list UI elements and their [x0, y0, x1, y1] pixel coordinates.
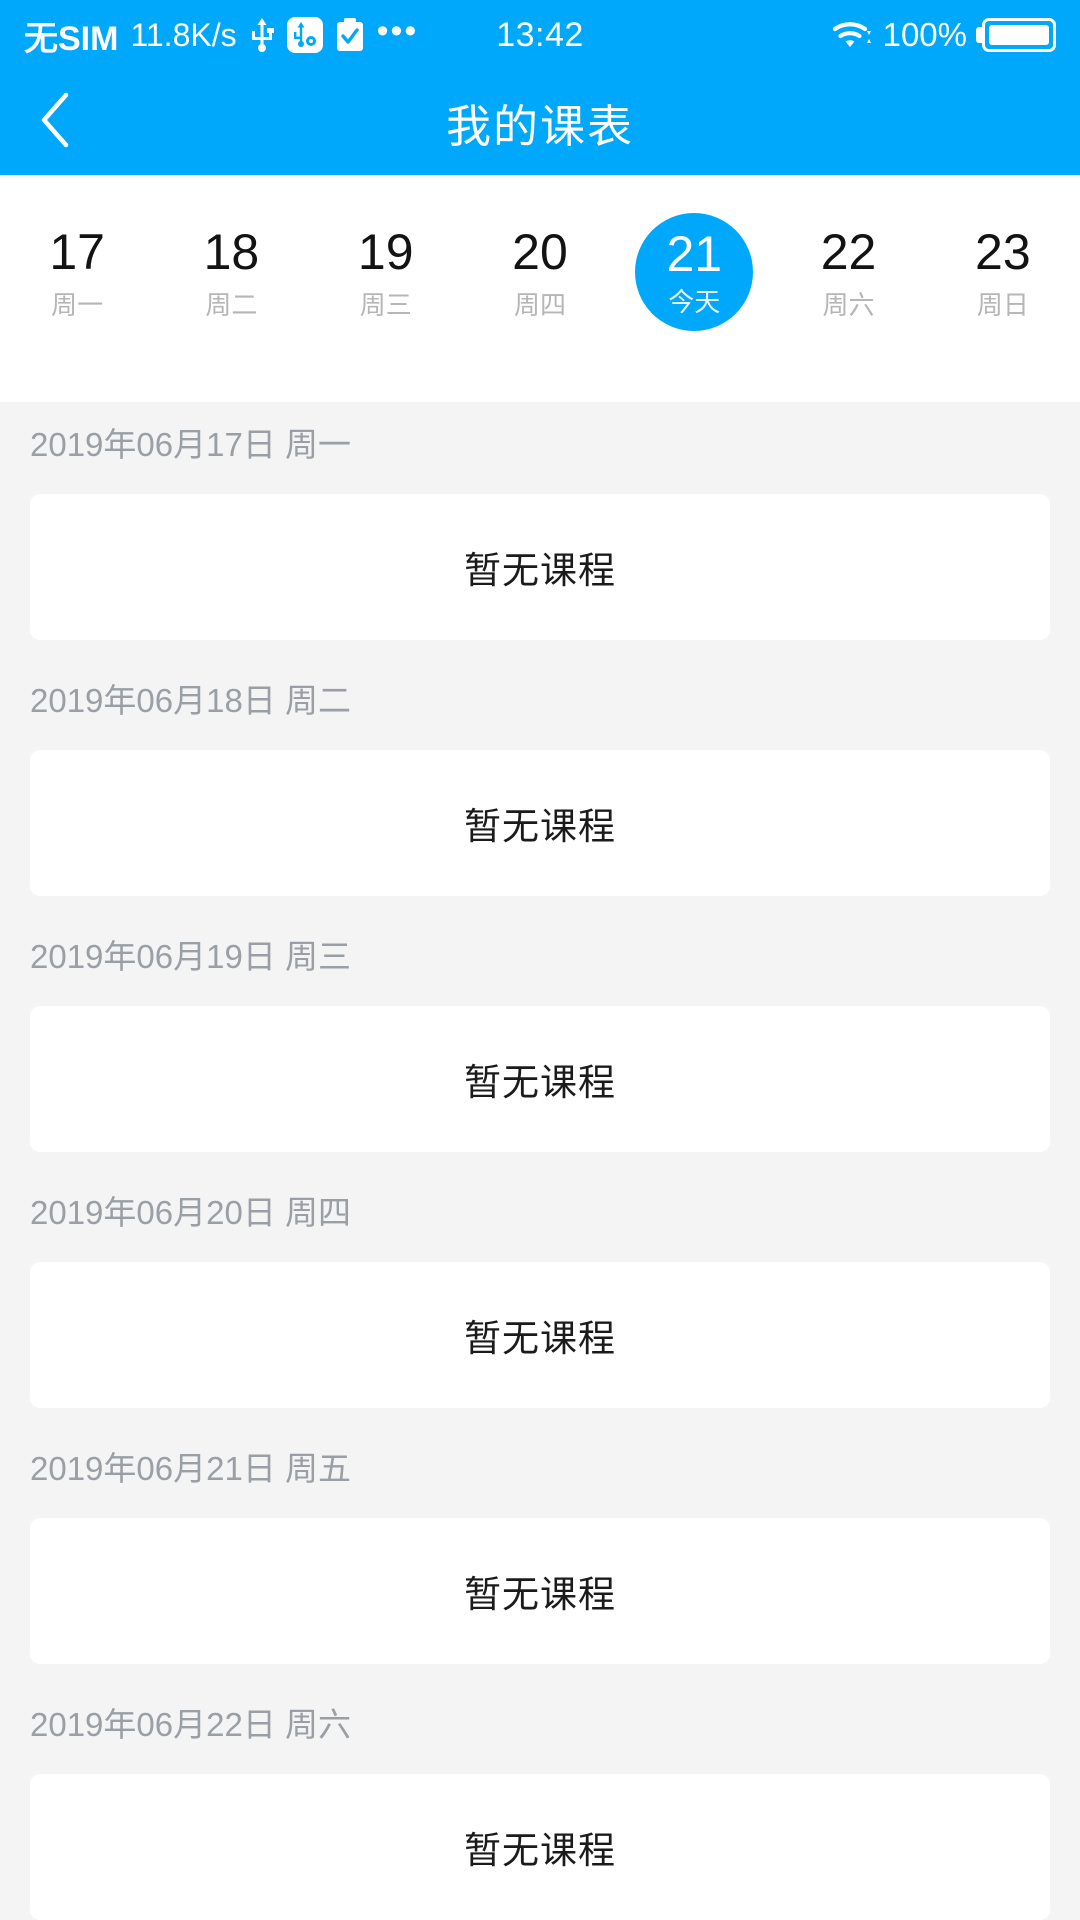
- clock-label: 13:42: [496, 15, 584, 54]
- schedule-day-card[interactable]: 暂无课程: [30, 1262, 1050, 1408]
- empty-course-label: 暂无课程: [464, 806, 616, 847]
- page-title: 我的课表: [445, 101, 634, 152]
- week-day-cell-18[interactable]: 18 周二: [154, 175, 308, 402]
- week-day-cell-17[interactable]: 17 周一: [0, 175, 154, 402]
- schedule-date-header: 2019年06月18日 周二: [30, 682, 351, 719]
- usb-icon: [249, 18, 275, 52]
- week-day-cell-19[interactable]: 19 周三: [309, 175, 463, 402]
- schedule-day-card[interactable]: 暂无课程: [30, 494, 1050, 640]
- day-number: 17: [49, 223, 105, 280]
- week-day-cell-21-today[interactable]: 21 今天: [617, 175, 771, 402]
- empty-course-label: 暂无课程: [464, 1318, 616, 1359]
- schedule-date-header: 2019年06月22日 周六: [30, 1706, 351, 1743]
- usb-debug-icon: [286, 17, 323, 53]
- schedule-date-header: 2019年06月21日 周五: [30, 1450, 351, 1487]
- day-inner: 18 周二: [172, 213, 290, 331]
- empty-course-label: 暂无课程: [464, 550, 616, 591]
- empty-course-label: 暂无课程: [464, 1062, 616, 1103]
- status-bar-right: 100%: [584, 16, 1056, 54]
- day-weekday: 周三: [359, 289, 412, 320]
- schedule-day-card[interactable]: 暂无课程: [30, 1774, 1050, 1920]
- schedule-date-header: 2019年06月20日 周四: [30, 1194, 351, 1231]
- nav-bar: 我的课表: [0, 70, 1080, 175]
- week-day-cell-20[interactable]: 20 周四: [463, 175, 617, 402]
- day-inner: 17 周一: [18, 213, 136, 331]
- day-weekday: 今天: [668, 287, 721, 317]
- battery-full-icon: [982, 18, 1056, 52]
- day-weekday: 周二: [205, 289, 258, 320]
- schedule-date-header: 2019年06月19日 周三: [30, 938, 351, 975]
- day-weekday: 周六: [822, 289, 875, 320]
- day-inner: 22 周六: [790, 213, 908, 331]
- carrier-label: 无SIM: [24, 19, 119, 58]
- day-number: 21: [666, 226, 723, 282]
- day-number: 18: [203, 223, 260, 280]
- week-day-cell-22[interactable]: 22 周六: [771, 175, 925, 402]
- day-weekday: 周四: [513, 289, 566, 320]
- day-inner: 20 周四: [481, 213, 599, 331]
- network-speed-label: 11.8K/s: [130, 16, 237, 53]
- status-bar: 无SIM 11.8K/s ••• 13:42 100%: [0, 0, 1080, 70]
- day-number: 22: [820, 223, 877, 280]
- day-number: 19: [357, 223, 414, 280]
- week-date-strip: 17 周一 18 周二 19 周三 20 周四 21 今天 22 周六 23 周…: [0, 175, 1080, 402]
- day-inner: 19 周三: [327, 213, 445, 331]
- day-number: 20: [512, 223, 568, 280]
- chevron-left-icon: [38, 92, 72, 153]
- wifi-icon: [832, 19, 872, 51]
- day-number: 23: [975, 223, 1031, 280]
- back-button[interactable]: [0, 70, 110, 175]
- day-inner-selected: 21 今天: [635, 213, 754, 331]
- day-inner: 23 周日: [944, 213, 1062, 331]
- schedule-day-card[interactable]: 暂无课程: [30, 1518, 1050, 1664]
- schedule-date-header: 2019年06月17日 周一: [30, 426, 351, 463]
- week-day-cell-23[interactable]: 23 周日: [926, 175, 1080, 402]
- empty-course-label: 暂无课程: [464, 1830, 616, 1871]
- day-weekday: 周日: [976, 289, 1029, 320]
- day-weekday: 周一: [51, 289, 104, 320]
- schedule-day-card[interactable]: 暂无课程: [30, 750, 1050, 896]
- schedule-list[interactable]: 2019年06月17日 周一 暂无课程 2019年06月18日 周二 暂无课程 …: [0, 402, 1080, 1920]
- status-bar-left: 无SIM 11.8K/s •••: [24, 11, 496, 60]
- more-dots-icon: •••: [376, 12, 419, 50]
- clipboard-check-icon: [335, 18, 365, 52]
- empty-course-label: 暂无课程: [464, 1574, 616, 1615]
- schedule-day-card[interactable]: 暂无课程: [30, 1006, 1050, 1152]
- battery-percent-label: 100%: [882, 16, 967, 53]
